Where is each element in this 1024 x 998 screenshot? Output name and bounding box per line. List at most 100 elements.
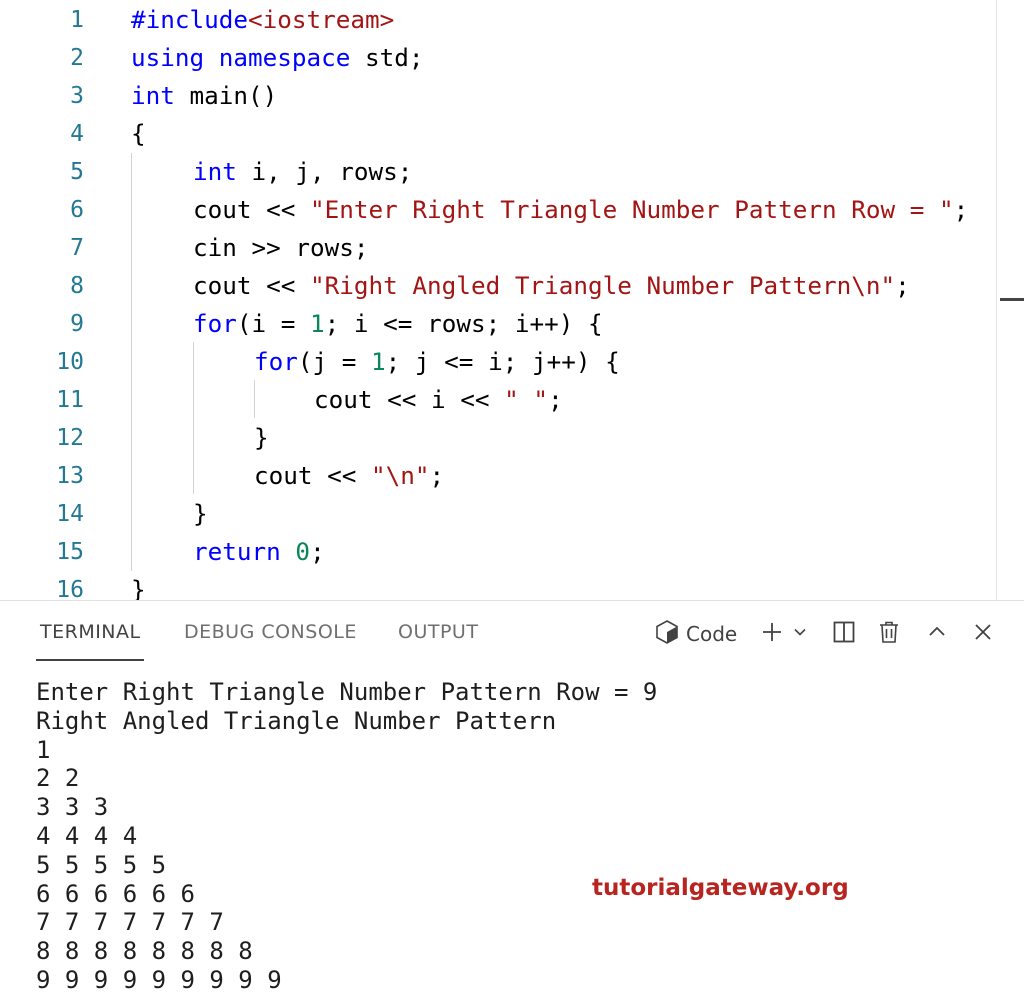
bottom-panel: TERMINAL DEBUG CONSOLE OUTPUT Code Enter… bbox=[0, 600, 1024, 998]
code-token: (j = bbox=[297, 347, 372, 376]
kill-terminal-button[interactable] bbox=[875, 619, 903, 649]
code-token: ; i <= rows; i++) { bbox=[324, 309, 603, 338]
code-line[interactable]: 15 return 0; bbox=[0, 533, 1000, 571]
code-token: for bbox=[254, 347, 298, 376]
trash-icon bbox=[877, 620, 901, 648]
terminal-line: Right Angled Triangle Number Pattern bbox=[36, 706, 557, 735]
code-token: #include bbox=[131, 5, 249, 34]
terminal-line: 5 5 5 5 5 bbox=[36, 850, 167, 879]
terminal-line: 4 4 4 4 bbox=[36, 821, 138, 850]
watermark: tutorialgateway.org bbox=[592, 875, 849, 901]
tab-output[interactable]: OUTPUT bbox=[398, 621, 478, 643]
terminal-line: 1 bbox=[36, 735, 51, 764]
line-number: 14 bbox=[56, 501, 84, 527]
terminal-line: 2 2 bbox=[36, 764, 80, 793]
terminal-line: 8 8 8 8 8 8 8 8 bbox=[36, 937, 253, 966]
line-number: 6 bbox=[70, 197, 84, 223]
code-token: " " bbox=[504, 385, 549, 414]
code-line[interactable]: 14 } bbox=[0, 495, 1000, 533]
code-line[interactable]: 13 cout << "\n"; bbox=[0, 457, 1000, 495]
tab-debug-console[interactable]: DEBUG CONSOLE bbox=[184, 621, 357, 643]
code-editor[interactable]: 1 #include<iostream> 2 using namespace s… bbox=[0, 0, 1024, 600]
code-token: "Right Angled Triangle Number Pattern\n" bbox=[310, 271, 896, 300]
code-token: ; bbox=[548, 385, 563, 414]
code-token: <iostream> bbox=[248, 5, 395, 34]
code-token: ; bbox=[310, 537, 325, 566]
line-number: 13 bbox=[56, 463, 84, 489]
split-terminal-button[interactable] bbox=[830, 619, 858, 649]
terminal-dropdown-button[interactable] bbox=[790, 619, 810, 649]
terminal-line: 9 9 9 9 9 9 9 9 9 bbox=[36, 965, 282, 994]
code-line[interactable]: 10 for(j = 1; j <= i; j++) { bbox=[0, 343, 1000, 381]
close-icon bbox=[973, 622, 993, 646]
line-number: 2 bbox=[70, 45, 84, 71]
terminal-line: 3 3 3 bbox=[36, 793, 109, 822]
code-token: 1 bbox=[371, 347, 386, 376]
line-number: 15 bbox=[56, 539, 84, 565]
close-panel-button[interactable] bbox=[970, 619, 996, 649]
code-token: cout << bbox=[193, 195, 311, 224]
code-line[interactable]: 3 int main() bbox=[0, 77, 1000, 115]
code-token: ; j <= i; j++) { bbox=[385, 347, 620, 376]
code-line[interactable]: 11 cout << i << " "; bbox=[0, 381, 1000, 419]
code-token: "Enter Right Triangle Number Pattern Row… bbox=[310, 195, 954, 224]
terminal-output[interactable]: Enter Right Triangle Number Pattern Row … bbox=[36, 678, 657, 995]
active-tab-indicator bbox=[36, 659, 144, 661]
maximize-panel-button[interactable] bbox=[924, 619, 950, 649]
terminal-line: 7 7 7 7 7 7 7 bbox=[36, 908, 224, 937]
code-token: ; bbox=[895, 271, 910, 300]
line-number: 9 bbox=[70, 311, 84, 337]
code-token: main() bbox=[174, 81, 278, 110]
code-token: (i = bbox=[236, 309, 311, 338]
code-line[interactable]: 5 int i, j, rows; bbox=[0, 153, 1000, 191]
tab-terminal[interactable]: TERMINAL bbox=[40, 621, 141, 643]
line-number: 12 bbox=[56, 425, 84, 451]
code-token: int bbox=[193, 157, 237, 186]
code-token: for bbox=[193, 309, 237, 338]
code-line[interactable]: 2 using namespace std; bbox=[0, 39, 1000, 77]
code-token: i, j, rows; bbox=[236, 157, 413, 186]
terminal-line: 6 6 6 6 6 6 bbox=[36, 879, 195, 908]
line-number: 7 bbox=[70, 235, 84, 261]
code-line[interactable]: 6 cout << "Enter Right Triangle Number P… bbox=[0, 191, 1000, 229]
code-line[interactable]: 8 cout << "Right Angled Triangle Number … bbox=[0, 267, 1000, 305]
line-number: 8 bbox=[70, 273, 84, 299]
code-token: int bbox=[131, 81, 175, 110]
code-line[interactable]: 16 } bbox=[0, 571, 1000, 600]
line-number: 16 bbox=[56, 577, 84, 600]
code-token: { bbox=[131, 119, 146, 148]
code-token: using namespace bbox=[131, 43, 351, 72]
new-terminal-button[interactable] bbox=[759, 619, 785, 649]
code-token: cout << bbox=[254, 461, 372, 490]
shell-icon bbox=[654, 619, 680, 649]
code-token: 0 bbox=[295, 537, 311, 566]
editor-scrollbar[interactable] bbox=[996, 0, 997, 600]
line-number: 3 bbox=[70, 83, 84, 109]
code-token: ; bbox=[429, 461, 445, 490]
line-number: 5 bbox=[70, 159, 84, 185]
code-line[interactable]: 1 #include<iostream> bbox=[0, 1, 1000, 39]
plus-icon bbox=[760, 620, 784, 648]
code-token: } bbox=[131, 575, 146, 600]
shell-label: Code bbox=[686, 622, 738, 646]
code-line[interactable]: 9 for(i = 1; i <= rows; i++) { bbox=[0, 305, 1000, 343]
line-number: 11 bbox=[56, 387, 84, 413]
code-token: ; bbox=[953, 195, 969, 224]
code-line[interactable]: 4 { bbox=[0, 115, 1000, 153]
code-token: } bbox=[254, 423, 269, 452]
split-icon bbox=[832, 620, 856, 648]
chevron-down-icon bbox=[792, 624, 808, 644]
code-line[interactable]: 7 cin >> rows; bbox=[0, 229, 1000, 267]
code-token: } bbox=[193, 499, 208, 528]
code-line[interactable]: 12 } bbox=[0, 419, 1000, 457]
shell-selector[interactable]: Code bbox=[654, 619, 746, 649]
line-number: 4 bbox=[70, 121, 84, 147]
code-token: cout << i << bbox=[314, 385, 505, 414]
code-token: "\n" bbox=[371, 461, 430, 490]
scrollbar-marker bbox=[1000, 298, 1024, 301]
line-number: 10 bbox=[56, 349, 84, 375]
code-token: cin >> rows; bbox=[193, 233, 369, 262]
code-token: std; bbox=[350, 43, 424, 72]
code-token: return bbox=[193, 537, 281, 566]
